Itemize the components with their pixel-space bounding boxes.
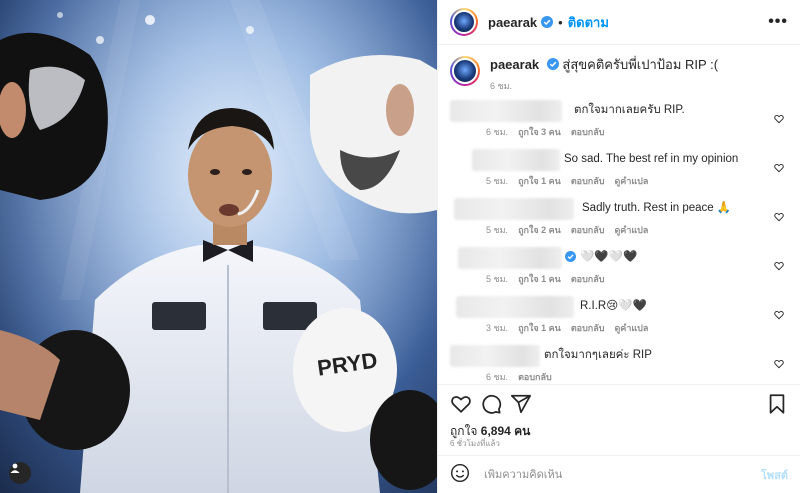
post-side-panel: paearak • ติดตาม ••• paearak สู่สุขคติคร… (437, 0, 800, 493)
comment-likes[interactable]: ถูกใจ 3 คน (518, 125, 561, 139)
likes-label: ถูกใจ (450, 424, 478, 438)
tagged-users-icon[interactable] (9, 462, 31, 484)
comment-icon[interactable] (480, 393, 502, 415)
post-comment-button[interactable]: โพสต์ (761, 466, 788, 484)
post-actions-bar (438, 384, 800, 422)
comment-text: R.I.R😢🤍🖤 (580, 300, 647, 312)
comment-item: Sadly truth. Rest in peace 🙏 5 ชม. ถูกใจ… (450, 192, 788, 241)
comment-like-icon[interactable] (774, 359, 784, 369)
comment-likes[interactable]: ถูกใจ 1 คน (518, 321, 561, 335)
comment-time: 5 ชม. (486, 274, 509, 284)
comment-time: 3 ชม. (486, 323, 509, 333)
comment-text: Sadly truth. Rest in peace 🙏 (582, 202, 732, 214)
post-header: paearak • ติดตาม ••• (438, 0, 800, 45)
caption-text: สู่สุขคติครับพี่เปาป้อม RIP :( (562, 57, 719, 72)
comment-likes[interactable]: ถูกใจ 1 คน (518, 174, 561, 188)
separator-dot: • (558, 14, 563, 30)
caption-username[interactable]: paearak (490, 57, 539, 72)
translate-button[interactable]: ดูคำแปล (614, 174, 648, 188)
more-options-button[interactable]: ••• (768, 13, 788, 31)
comment-time: 6 ชม. (486, 372, 509, 382)
verified-badge-icon (546, 58, 559, 70)
blurred-commenter (472, 149, 560, 171)
comment-like-icon[interactable] (774, 261, 784, 271)
comment-likes[interactable]: ถูกใจ 2 คน (518, 223, 561, 237)
likes-unit: คน (514, 424, 531, 438)
share-icon[interactable] (510, 393, 532, 415)
comment-text: ตกใจมากๆเลยค่ะ RIP (544, 349, 652, 361)
add-comment-row: โพสต์ (438, 455, 800, 493)
post-image[interactable]: PRYD (0, 0, 437, 493)
caption-time: 6 ชม. (490, 81, 513, 91)
author-username[interactable]: paearak (488, 15, 537, 30)
comment-item: R.I.R😢🤍🖤 3 ชม. ถูกใจ 1 คน ตอบกลับ ดูคำแป… (450, 290, 788, 339)
comment-likes[interactable]: ถูกใจ 1 คน (518, 272, 561, 286)
author-avatar[interactable] (450, 8, 478, 36)
post-photo-illustration: PRYD (0, 0, 437, 493)
blurred-commenter (456, 296, 574, 318)
comment-item: ตกใจมากๆเลยค่ะ RIP 6 ชม. ตอบกลับ (450, 339, 788, 382)
verified-badge-icon (541, 16, 554, 28)
blurred-commenter (450, 345, 540, 367)
comment-like-icon[interactable] (774, 163, 784, 173)
comment-text: 🤍🖤🤍🖤 (580, 251, 638, 263)
reply-button[interactable]: ตอบกลับ (571, 321, 605, 335)
post-caption: paearak สู่สุขคติครับพี่เปาป้อม RIP :( 6… (450, 46, 788, 94)
comment-item: 🤍🖤🤍🖤 5 ชม. ถูกใจ 1 คน ตอบกลับ (450, 241, 788, 290)
comment-time: 5 ชม. (486, 176, 509, 186)
verified-badge-icon (565, 251, 576, 262)
reply-button[interactable]: ตอบกลับ (518, 370, 552, 382)
translate-button[interactable]: ดูคำแปล (614, 321, 648, 335)
comment-like-icon[interactable] (774, 114, 784, 124)
follow-button[interactable]: ติดตาม (568, 12, 609, 33)
reply-button[interactable]: ตอบกลับ (571, 272, 605, 286)
caption-avatar[interactable] (450, 56, 480, 86)
comment-time: 6 ชม. (486, 127, 509, 137)
blurred-commenter (454, 198, 574, 220)
likes-number: 6,894 (480, 424, 511, 438)
emoji-icon[interactable] (450, 463, 470, 486)
comment-input[interactable] (484, 468, 761, 481)
comment-text: ตกใจมากเลยครับ RIP. (574, 104, 685, 116)
comment-like-icon[interactable] (774, 212, 784, 222)
comments-list[interactable]: paearak สู่สุขคติครับพี่เปาป้อม RIP :( 6… (438, 46, 800, 382)
reply-button[interactable]: ตอบกลับ (571, 174, 605, 188)
comment-item: ตกใจมากเลยครับ RIP. 6 ชม. ถูกใจ 3 คน ตอบ… (450, 94, 788, 143)
reply-button[interactable]: ตอบกลับ (571, 223, 605, 237)
blurred-commenter (450, 100, 562, 122)
comment-like-icon[interactable] (774, 310, 784, 320)
blurred-commenter (458, 247, 562, 269)
posted-time: 6 ชั่วโมงที่แล้ว (450, 439, 500, 448)
translate-button[interactable]: ดูคำแปล (614, 223, 648, 237)
comment-time: 5 ชม. (486, 225, 509, 235)
comment-item: So sad. The best ref in my opinion 5 ชม.… (450, 143, 788, 192)
like-icon[interactable] (450, 393, 472, 415)
comment-text: So sad. The best ref in my opinion (564, 153, 739, 165)
save-bookmark-icon[interactable] (766, 393, 788, 415)
reply-button[interactable]: ตอบกลับ (571, 125, 605, 139)
